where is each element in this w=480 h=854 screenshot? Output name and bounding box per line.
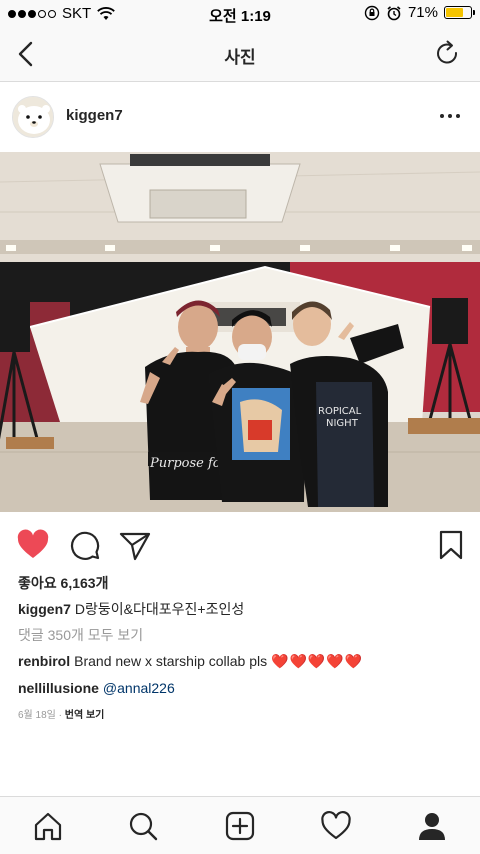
status-bar: SKT 오전 1:19 71% [0,0,480,28]
svg-text:NIGHT: NIGHT [326,418,359,429]
navigation-bar: 사진 [0,28,480,82]
post-date: 6월 18일 [18,710,56,721]
comment-text: Brand new x starship collab pls [74,653,268,669]
orientation-lock-icon [364,5,380,20]
share-icon[interactable] [118,528,152,562]
dance-studio-photo: Purpose fo ROPICAL NIGHT [0,152,480,512]
battery-icon [444,6,475,19]
translate-link[interactable]: 번역 보기 [65,710,105,721]
like-heart-icon[interactable] [16,528,50,562]
meta-separator: · [58,710,62,721]
comment-mention[interactable]: @annal226 [103,680,175,696]
comment-item: nellillusione @annal226 [18,680,175,696]
comment-item: renbirol Brand new x starship collab pls … [18,653,363,670]
search-icon[interactable] [127,810,159,842]
page-title: 사진 [224,48,256,67]
battery-percent: 71% [407,4,438,21]
post-username[interactable]: kiggen7 [66,107,123,124]
activity-heart-icon[interactable] [320,810,352,842]
home-icon[interactable] [32,810,64,842]
add-post-icon[interactable] [224,810,256,842]
refresh-icon[interactable] [434,40,462,68]
post-meta: 6월 18일 · 번역 보기 [18,706,104,721]
post-actions [0,522,480,566]
profile-icon[interactable] [416,810,448,842]
svg-text:Purpose fo: Purpose fo [149,456,221,471]
svg-text:ROPICAL: ROPICAL [318,406,362,417]
avatar[interactable] [12,96,54,138]
caption-username[interactable]: kiggen7 [18,601,71,617]
comment-username[interactable]: renbirol [18,653,70,669]
comment-username[interactable]: nellillusione [18,680,99,696]
post-caption: kiggen7 D랑둥이&다대포우진+조인성 [18,599,244,619]
bottom-tab-bar [0,796,480,854]
polar-bear-avatar-icon [13,97,53,137]
post-header: kiggen7 [0,82,480,152]
comment-icon[interactable] [68,528,102,562]
likes-count[interactable]: 좋아요 6,163개 [18,573,108,593]
post-photo[interactable]: Purpose fo ROPICAL NIGHT [0,152,480,512]
comment-hearts: ❤️❤️❤️❤️❤️ [271,653,364,669]
alarm-icon [387,5,401,20]
more-horizontal-icon[interactable] [438,108,462,124]
status-right: 71% [364,4,475,21]
caption-text: D랑둥이&다대포우진+조인성 [74,601,245,617]
bookmark-icon[interactable] [434,528,468,562]
view-all-comments-link[interactable]: 댓글 350개 모두 보기 [18,625,143,645]
